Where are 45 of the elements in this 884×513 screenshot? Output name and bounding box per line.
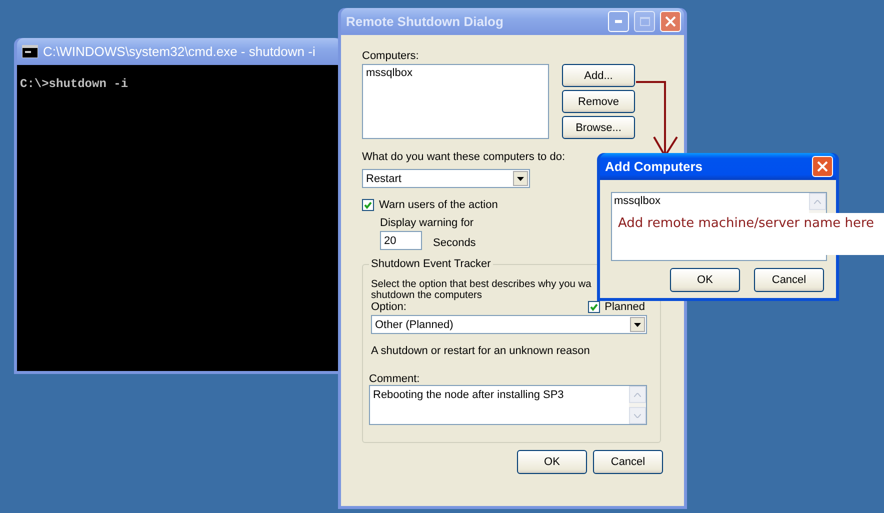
reason-text: A shutdown or restart for an unknown reason	[371, 345, 590, 357]
window-title: Remote Shutdown Dialog	[346, 14, 504, 29]
window-title: C:\WINDOWS\system32\cmd.exe - shutdown -i	[43, 44, 316, 59]
console-icon	[22, 45, 38, 58]
checkbox[interactable]	[362, 199, 374, 211]
window-title: Add Computers	[605, 159, 704, 174]
checkbox[interactable]	[588, 301, 600, 313]
dialog-button[interactable]: OK	[517, 450, 587, 474]
computer-name-field[interactable]: mssqlbox	[611, 192, 827, 213]
scroll-up-icon	[814, 200, 821, 204]
scroll-up-icon	[634, 392, 641, 396]
dropdown-arrow-icon	[517, 176, 524, 180]
seconds-field[interactable]: 20	[380, 231, 422, 250]
description-text: Select the option that best describes why you wa	[371, 279, 592, 290]
dialog-button[interactable]: Remove	[562, 90, 635, 113]
close-icon	[817, 161, 828, 172]
dialog-button[interactable]: OK	[670, 268, 740, 292]
option-label: Option:	[371, 301, 406, 313]
scroll-down-icon	[634, 414, 641, 418]
list-item[interactable]: mssqlbox	[366, 67, 412, 79]
group-title: Shutdown Event Tracker	[369, 258, 493, 270]
dropdown-arrow-icon	[634, 322, 641, 326]
computers-list[interactable]: mssqlbox	[362, 64, 549, 139]
description-text: shutdown the computers	[371, 290, 482, 301]
seconds-label: Seconds	[433, 236, 476, 248]
minimize-icon	[615, 20, 622, 23]
computers-label: Computers:	[362, 50, 419, 62]
dialog-button[interactable]: Cancel	[593, 450, 663, 474]
minimize-button[interactable]	[608, 11, 629, 32]
comment-field[interactable]: Rebooting the node after installing SP3	[369, 385, 647, 425]
close-icon	[665, 16, 676, 27]
console-line: C:\>shutdown -i	[20, 77, 128, 91]
comment-label: Comment:	[369, 373, 420, 385]
dialog-button[interactable]: Cancel	[754, 268, 824, 292]
warning-label: Display warning for	[380, 217, 474, 229]
close-button[interactable]	[812, 156, 833, 177]
checkbox-label: Planned	[604, 301, 645, 313]
close-button[interactable]	[660, 11, 681, 32]
dialog-button[interactable]: Browse...	[562, 116, 635, 139]
maximize-icon	[640, 17, 650, 26]
action-label: What do you want these computers to do:	[362, 151, 566, 163]
action-dropdown[interactable]: Restart	[362, 169, 530, 188]
option-dropdown[interactable]: Other (Planned)	[371, 315, 647, 334]
dialog-button[interactable]: Add...	[562, 64, 635, 87]
checkbox-label: Warn users of the action	[379, 199, 498, 211]
